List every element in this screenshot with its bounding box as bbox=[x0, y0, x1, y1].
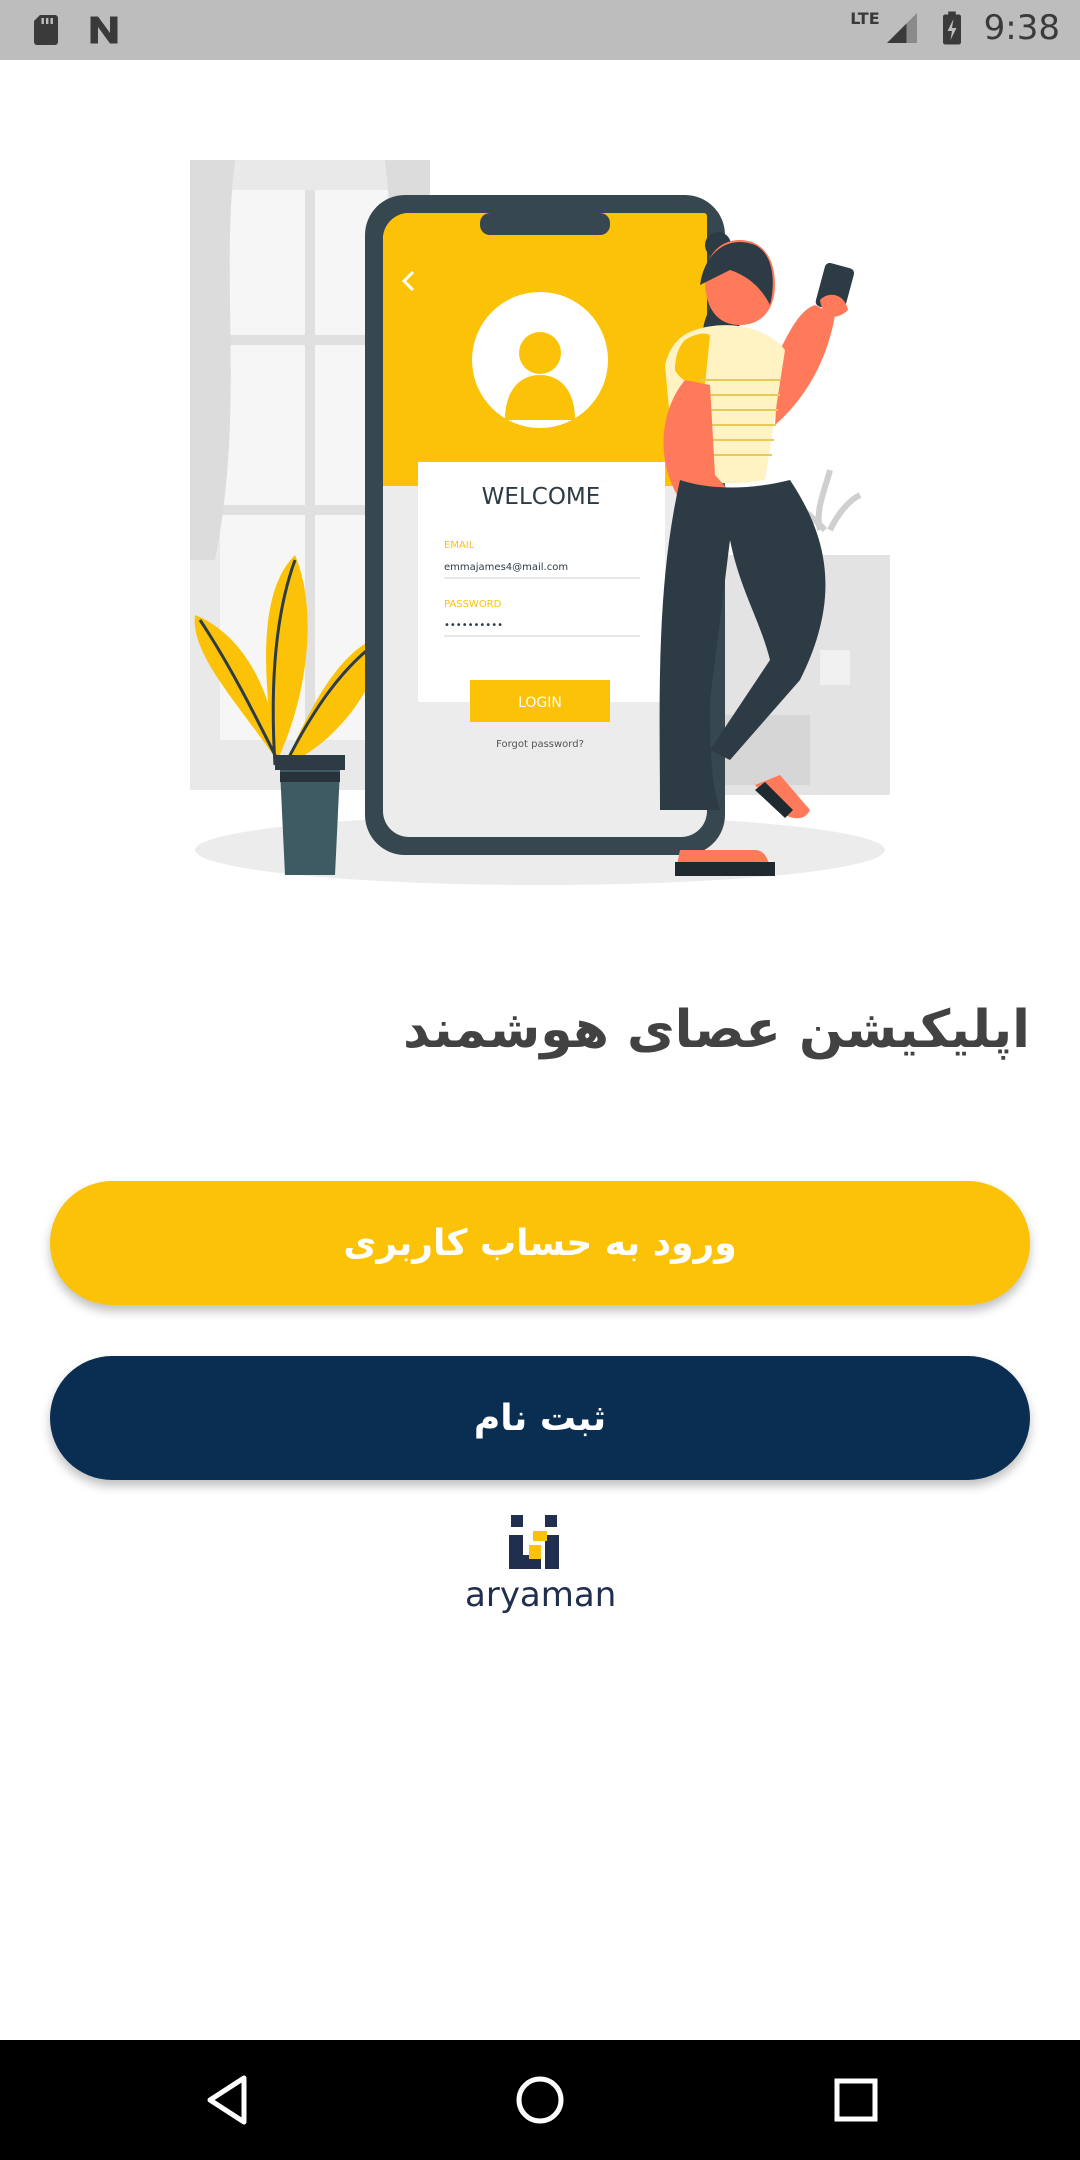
illustration-forgot-label: Forgot password? bbox=[496, 739, 584, 750]
logo-text: aryaman bbox=[465, 1575, 617, 1615]
signal-icon bbox=[886, 13, 917, 43]
illustration-welcome: WELCOME bbox=[482, 484, 601, 510]
illustration-email-label: EMAIL bbox=[444, 540, 475, 551]
aryaman-logo-mark bbox=[509, 1515, 559, 1569]
illustration-email-value: emmajames4@mail.com bbox=[444, 562, 568, 573]
status-bar: LTE 9:38 bbox=[0, 0, 1080, 60]
battery-charging-icon bbox=[942, 11, 961, 45]
illustration-password-value: •••••••••• bbox=[444, 620, 503, 631]
illustration-login-label: LOGIN bbox=[518, 695, 562, 711]
register-button[interactable]: ثبت نام bbox=[50, 1356, 1030, 1480]
network-type: LTE bbox=[850, 8, 880, 28]
back-icon[interactable] bbox=[198, 2070, 258, 2130]
login-illustration: WELCOME EMAIL emmajames4@mail.com PASSWO… bbox=[190, 160, 890, 885]
recent-apps-icon[interactable] bbox=[826, 2070, 886, 2130]
sd-card-icon bbox=[34, 15, 58, 45]
n-notification-icon bbox=[90, 16, 118, 44]
home-icon[interactable] bbox=[510, 2070, 570, 2130]
app-title: اپلیکیشن عصای هوشمند bbox=[402, 1000, 1030, 1060]
aryaman-logo: aryaman bbox=[465, 1515, 617, 1625]
illustration-password-label: PASSWORD bbox=[444, 599, 502, 610]
login-button[interactable]: ورود به حساب کاربری bbox=[50, 1181, 1030, 1305]
clock: 9:38 bbox=[983, 8, 1060, 48]
navigation-bar bbox=[0, 2040, 1080, 2160]
